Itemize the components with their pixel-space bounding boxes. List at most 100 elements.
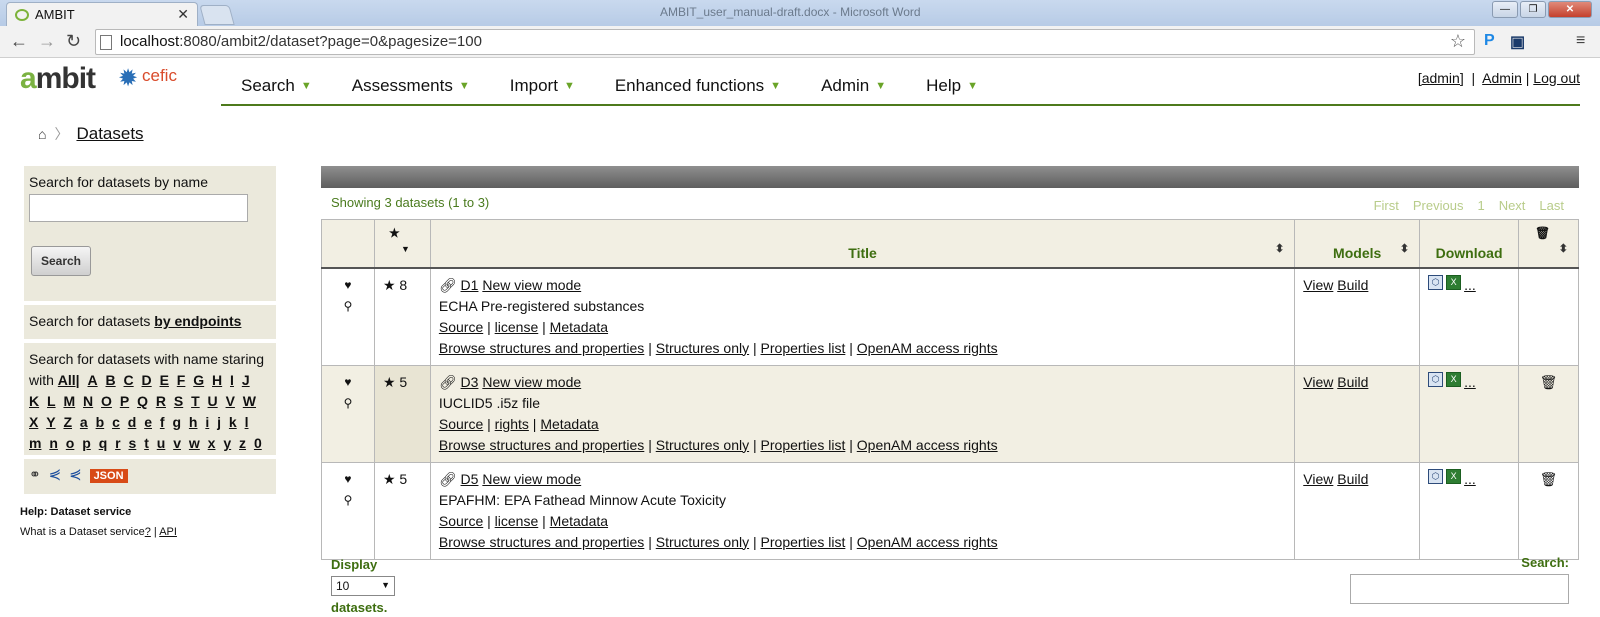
alphabet-link[interactable]: G	[193, 372, 204, 388]
properties-list-link[interactable]: Properties list	[761, 437, 846, 453]
alphabet-link[interactable]: i	[205, 414, 209, 430]
source-link[interactable]: Source	[439, 319, 483, 335]
build-model-link[interactable]: Build	[1337, 471, 1368, 487]
alphabet-link[interactable]: d	[128, 414, 137, 430]
minimize-icon[interactable]: —	[1492, 1, 1518, 18]
menu-help[interactable]: Help ▼	[906, 72, 998, 104]
alphabet-link[interactable]: l	[245, 414, 249, 430]
alphabet-link[interactable]: x	[208, 435, 216, 451]
alphabet-link[interactable]: v	[173, 435, 181, 451]
alphabet-link[interactable]: N	[83, 393, 93, 409]
pager-page[interactable]: 1	[1477, 198, 1484, 213]
models-column-header[interactable]: Models ⬍	[1294, 219, 1421, 269]
build-model-link[interactable]: Build	[1337, 277, 1368, 293]
ambit-logo[interactable]: ambit ✹ cefic	[20, 62, 177, 95]
browser-tab[interactable]: AMBIT ✕	[6, 2, 198, 26]
alphabet-link[interactable]: Y	[46, 414, 55, 430]
more-downloads-link[interactable]: ...	[1464, 277, 1476, 293]
alphabet-link[interactable]: Z	[63, 414, 72, 430]
alphabet-link[interactable]: L	[47, 393, 56, 409]
alphabet-link[interactable]: k	[229, 414, 237, 430]
alphabet-link[interactable]: Q	[137, 393, 148, 409]
alphabet-link[interactable]: f	[160, 414, 165, 430]
properties-list-link[interactable]: Properties list	[761, 340, 846, 356]
favorite-heart-icon[interactable]: ♥	[330, 469, 366, 490]
menu-search[interactable]: Search ▼	[221, 72, 332, 104]
alphabet-link[interactable]: B	[106, 372, 116, 388]
license-link[interactable]: license	[495, 513, 539, 529]
home-icon[interactable]: ⌂	[38, 126, 46, 142]
pager-last[interactable]: Last	[1539, 198, 1564, 213]
alphabet-link[interactable]: p	[82, 435, 91, 451]
alphabet-link[interactable]: O	[101, 393, 112, 409]
favorite-heart-icon[interactable]: ♥	[330, 275, 366, 296]
alphabet-link[interactable]: S	[174, 393, 183, 409]
reload-icon[interactable]: ↻	[66, 31, 81, 52]
alphabet-link[interactable]: E	[160, 372, 169, 388]
share-icon[interactable]: ⋞	[49, 466, 62, 483]
alphabet-link[interactable]: T	[191, 393, 200, 409]
favorite-heart-icon[interactable]: ♥	[330, 372, 366, 393]
new-view-mode-link[interactable]: New view mode	[482, 374, 581, 390]
delete-trash-icon[interactable]: 🗑	[1540, 374, 1558, 390]
alphabet-link[interactable]: J	[242, 372, 250, 388]
extension-p-icon[interactable]: P	[1484, 32, 1495, 50]
alphabet-link[interactable]: m	[29, 435, 41, 451]
alphabet-link[interactable]: a	[80, 414, 88, 430]
structures-only-link[interactable]: Structures only	[656, 534, 749, 550]
sdf-download-icon[interactable]: ⬡	[1428, 468, 1444, 484]
structures-only-link[interactable]: Structures only	[656, 340, 749, 356]
alphabet-link[interactable]: R	[156, 393, 166, 409]
close-window-icon[interactable]: ✕	[1548, 1, 1592, 18]
alphabet-link[interactable]: s	[129, 435, 137, 451]
new-tab-button[interactable]	[199, 5, 235, 25]
alphabet-link[interactable]: K	[29, 393, 39, 409]
display-count-select[interactable]: 10 ▼	[331, 576, 395, 596]
user-admin-link[interactable]: [admin]	[1418, 70, 1464, 86]
alphabet-link[interactable]: F	[177, 372, 186, 388]
more-downloads-link[interactable]: ...	[1464, 374, 1476, 390]
dataset-id-link[interactable]: D1	[461, 277, 479, 293]
alphabet-link[interactable]: P	[120, 393, 129, 409]
alphabet-link[interactable]: r	[115, 435, 120, 451]
alphabet-link[interactable]: b	[96, 414, 105, 430]
properties-list-link[interactable]: Properties list	[761, 534, 846, 550]
browse-link[interactable]: Browse structures and properties	[439, 534, 644, 550]
view-model-link[interactable]: View	[1303, 277, 1333, 293]
new-view-mode-link[interactable]: New view mode	[482, 471, 581, 487]
restore-icon[interactable]: ❐	[1520, 1, 1546, 18]
zoom-icon[interactable]: ⚲	[330, 393, 366, 414]
alphabet-link[interactable]: 0	[254, 435, 262, 451]
json-badge[interactable]: JSON	[89, 469, 128, 483]
new-view-mode-link[interactable]: New view mode	[482, 277, 581, 293]
dataset-id-link[interactable]: D5	[461, 471, 479, 487]
alphabet-link[interactable]: D	[142, 372, 152, 388]
alphabet-link[interactable]: U	[208, 393, 218, 409]
alphabet-link[interactable]: All|	[58, 372, 80, 388]
alphabet-link[interactable]: j	[217, 414, 221, 430]
breadcrumb-datasets[interactable]: Datasets	[76, 124, 143, 144]
delete-trash-icon[interactable]: 🗑	[1540, 471, 1558, 487]
menu-icon[interactable]: ≡	[1576, 32, 1585, 50]
logout-link[interactable]: Log out	[1533, 70, 1580, 86]
back-arrow-icon[interactable]: ←	[10, 31, 28, 52]
camera-extension-icon[interactable]: ▣	[1510, 32, 1525, 52]
alphabet-link[interactable]: V	[226, 393, 235, 409]
rights-link[interactable]: rights	[495, 416, 529, 432]
excel-download-icon[interactable]: X	[1446, 274, 1462, 290]
admin-link[interactable]: Admin	[1482, 70, 1522, 86]
alphabet-link[interactable]: M	[63, 393, 75, 409]
alphabet-link[interactable]: h	[189, 414, 198, 430]
alphabet-link[interactable]: W	[243, 393, 256, 409]
metadata-link[interactable]: Metadata	[540, 416, 598, 432]
browse-link[interactable]: Browse structures and properties	[439, 340, 644, 356]
alphabet-link[interactable]: o	[66, 435, 75, 451]
alphabet-link[interactable]: z	[239, 435, 246, 451]
dataset-id-link[interactable]: D3	[461, 374, 479, 390]
alphabet-link[interactable]: g	[172, 414, 181, 430]
share-icon[interactable]: ⋞	[69, 466, 82, 483]
build-model-link[interactable]: Build	[1337, 374, 1368, 390]
structures-only-link[interactable]: Structures only	[656, 437, 749, 453]
excel-download-icon[interactable]: X	[1446, 371, 1462, 387]
openam-link[interactable]: OpenAM access rights	[857, 534, 998, 550]
